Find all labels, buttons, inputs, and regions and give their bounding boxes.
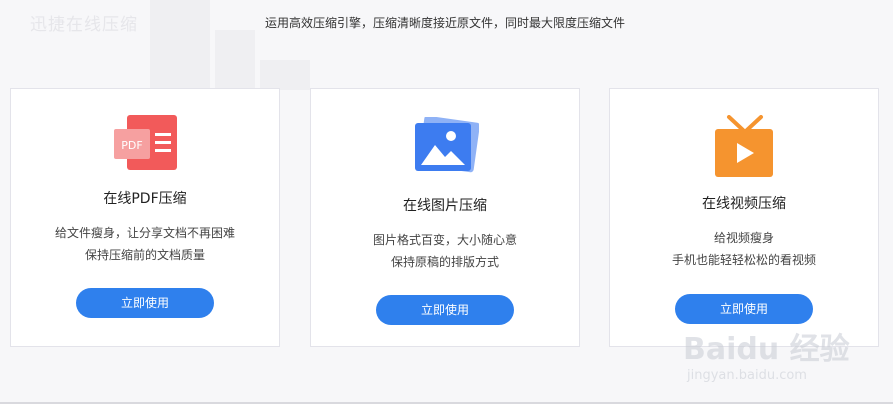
card-title: 在线PDF压缩 (103, 191, 187, 207)
pdf-icon: PDF (110, 115, 180, 173)
card-description-line-1: 图片格式百变，大小随心意 (372, 233, 517, 247)
use-now-button[interactable]: 立即使用 (376, 295, 514, 325)
use-now-button[interactable]: 立即使用 (675, 294, 813, 324)
image-icon (411, 115, 480, 177)
card-description-line-1: 给文件瘦身，让分享文档不再困难 (54, 226, 235, 240)
brand-logo-text: 迅捷在线压缩 (30, 15, 138, 35)
baidu-watermark: Baidu 经验 jingyan.baidu.com (683, 324, 873, 394)
card-description-line-2: 手机也能轻轻松松的看视频 (671, 253, 816, 267)
background-building (150, 0, 210, 90)
card-description-line-2: 保持压缩前的文档质量 (84, 248, 205, 262)
card-description-line-2: 保持原稿的排版方式 (390, 255, 499, 269)
image-compress-card: 在线图片压缩 图片格式百变，大小随心意 保持原稿的排版方式 立即使用 (310, 88, 580, 347)
card-title: 在线视频压缩 (702, 196, 786, 212)
background-building (215, 30, 255, 90)
background-building (260, 60, 310, 90)
use-now-button[interactable]: 立即使用 (76, 288, 214, 318)
card-title: 在线图片压缩 (403, 198, 487, 214)
video-compress-card: 在线视频压缩 给视频瘦身 手机也能轻轻松松的看视频 立即使用 (609, 88, 879, 347)
watermark-line-1: Baidu 经验 (683, 332, 850, 367)
watermark-line-2: jingyan.baidu.com (687, 368, 807, 383)
pdf-compress-card: PDF 在线PDF压缩 给文件瘦身，让分享文档不再困难 保持压缩前的文档质量 立… (10, 88, 280, 347)
page-tagline: 运用高效压缩引擎，压缩清晰度接近原文件，同时最大限度压缩文件 (265, 16, 626, 30)
tv-play-icon (713, 115, 775, 179)
card-description-line-1: 给视频瘦身 (713, 231, 774, 245)
svg-text:PDF: PDF (121, 139, 142, 152)
